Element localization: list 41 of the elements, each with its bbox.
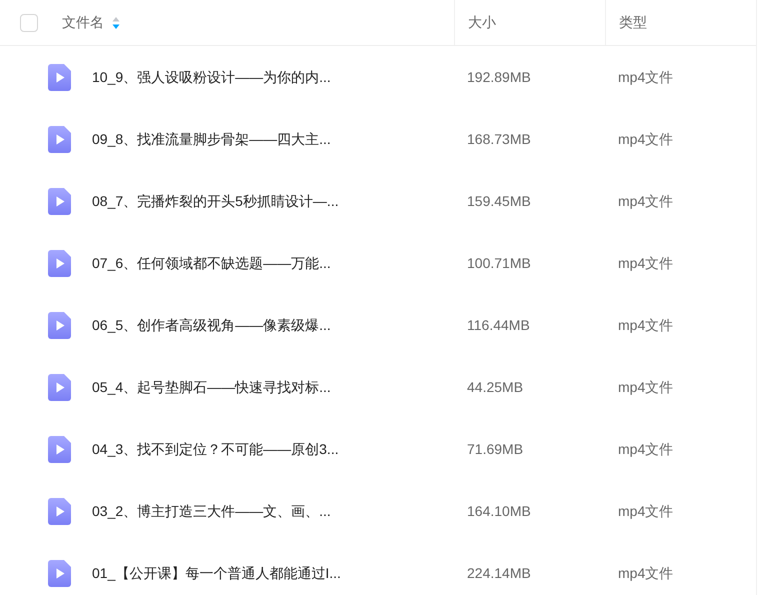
column-header[interactable]: 大小 xyxy=(468,12,496,33)
video-file-icon xyxy=(48,560,71,586)
file-name[interactable]: 01_【公开课】每一个普通人都能通过I... xyxy=(92,562,341,584)
file-type: mp4文件 xyxy=(618,68,674,84)
file-name[interactable]: 04_3、找不到定位？不可能——原创3... xyxy=(92,438,339,460)
file-name[interactable]: 08_7、完播炸裂的开头5秒抓睛设计—... xyxy=(92,190,339,212)
video-file-icon xyxy=(48,498,71,524)
file-size: 224.14MB xyxy=(467,564,531,580)
file-size: 192.89MB xyxy=(467,68,531,84)
video-file-icon xyxy=(48,312,71,338)
file-size: 164.10MB xyxy=(467,502,531,518)
file-type: mp4文件 xyxy=(618,192,674,208)
file-name[interactable]: 10_9、强人设吸粉设计——为你的内... xyxy=(92,66,331,88)
file-type: mp4文件 xyxy=(618,502,674,518)
file-type: mp4文件 xyxy=(618,378,674,394)
file-type: mp4文件 xyxy=(618,254,674,270)
file-type: mp4文件 xyxy=(618,440,674,456)
file-name[interactable]: 03_2、博主打造三大件——文、画、... xyxy=(92,500,331,522)
video-file-icon xyxy=(48,250,71,276)
video-file-icon xyxy=(48,436,71,462)
column-header[interactable]: 类型 xyxy=(619,12,647,33)
select-all-checkbox[interactable] xyxy=(20,14,38,32)
file-size: 168.73MB xyxy=(467,130,531,146)
file-size: 116.44MB xyxy=(467,316,530,332)
file-name[interactable]: 09_8、找准流量脚步骨架——四大主... xyxy=(92,128,331,150)
sort-icon[interactable] xyxy=(112,16,120,30)
file-size: 100.71MB xyxy=(467,254,531,270)
video-file-icon xyxy=(48,126,71,152)
video-file-icon xyxy=(48,64,71,90)
file-name[interactable]: 07_6、任何领域都不缺选题——万能... xyxy=(92,252,331,274)
file-name[interactable]: 06_5、创作者高级视角——像素级爆... xyxy=(92,314,331,336)
file-type: mp4文件 xyxy=(618,564,674,580)
file-size: 159.45MB xyxy=(467,192,531,208)
file-type: mp4文件 xyxy=(618,130,674,146)
file-name[interactable]: 05_4、起号垫脚石——快速寻找对标... xyxy=(92,376,331,398)
file-type: mp4文件 xyxy=(618,316,674,332)
file-size: 44.25MB xyxy=(467,378,524,394)
video-file-icon xyxy=(48,374,71,400)
video-file-icon xyxy=(48,188,71,214)
column-header[interactable]: 文件名 xyxy=(62,12,104,33)
file-size: 71.69MB xyxy=(467,440,524,456)
